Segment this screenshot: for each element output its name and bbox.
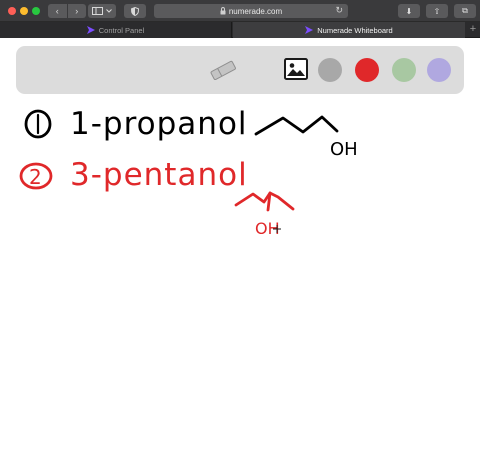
share-icon: ⇧ — [433, 6, 441, 16]
annotation-2-text: 3-pentanol — [70, 157, 248, 193]
annotation-1-oh-label: OH — [330, 139, 358, 160]
whiteboard-toolbar — [16, 46, 464, 94]
whiteboard-canvas[interactable]: 1 1-propanol OH 2 3-pentanol OH — [0, 38, 480, 456]
eraser-icon[interactable] — [208, 60, 238, 80]
annotation-2-number: 2 — [29, 165, 42, 189]
browser-titlebar: ‹ › numerade.com ↻ ⬇ ⇧ ⧉ — [0, 0, 480, 22]
tab-numerade-whiteboard[interactable]: Numerade Whiteboard — [233, 22, 465, 38]
propane-skeleton — [254, 115, 339, 136]
close-window-button[interactable] — [8, 7, 16, 15]
tab-overview-icon: ⧉ — [462, 6, 468, 15]
tab-control-panel[interactable]: Control Panel — [0, 22, 232, 38]
privacy-report-button[interactable] — [124, 4, 146, 18]
numerade-logo-icon — [86, 26, 95, 34]
oh-bond — [266, 191, 272, 212]
handwritten-notes: 1 1-propanol OH 2 3-pentanol OH — [19, 106, 358, 238]
color-swatch-red[interactable] — [355, 58, 379, 82]
chevron-down-icon — [106, 9, 112, 13]
sidebar-toggle-button[interactable] — [88, 4, 116, 18]
tab-overview-button[interactable]: ⧉ — [454, 4, 476, 18]
tab-label: Numerade Whiteboard — [317, 25, 393, 35]
downloads-button[interactable]: ⬇ — [398, 4, 420, 18]
share-button[interactable]: ⇧ — [426, 4, 448, 18]
minimize-window-button[interactable] — [20, 7, 28, 15]
reload-icon[interactable]: ↻ — [335, 5, 343, 16]
sidebar-icon — [92, 7, 103, 15]
color-swatch-gray[interactable] — [318, 58, 342, 82]
tab-bar: Control Panel Numerade Whiteboard + — [0, 22, 480, 38]
new-tab-button[interactable]: + — [466, 22, 480, 38]
forward-button[interactable]: › — [66, 4, 87, 18]
history-nav: ‹ › — [48, 4, 86, 18]
tab-label: Control Panel — [98, 25, 145, 35]
download-icon: ⬇ — [405, 6, 413, 16]
annotation-1-text: 1-propanol — [70, 106, 248, 142]
color-swatch-green[interactable] — [392, 58, 416, 82]
pentane-skeleton — [234, 191, 295, 211]
back-button[interactable]: ‹ — [48, 4, 67, 18]
shield-icon — [131, 6, 139, 16]
color-swatch-purple[interactable] — [427, 58, 451, 82]
image-icon[interactable] — [284, 58, 308, 80]
lock-icon — [220, 7, 226, 15]
zoom-window-button[interactable] — [32, 7, 40, 15]
numerade-logo-icon — [305, 26, 314, 34]
address-bar[interactable]: numerade.com ↻ — [154, 4, 348, 18]
url-text: numerade.com — [228, 6, 283, 16]
